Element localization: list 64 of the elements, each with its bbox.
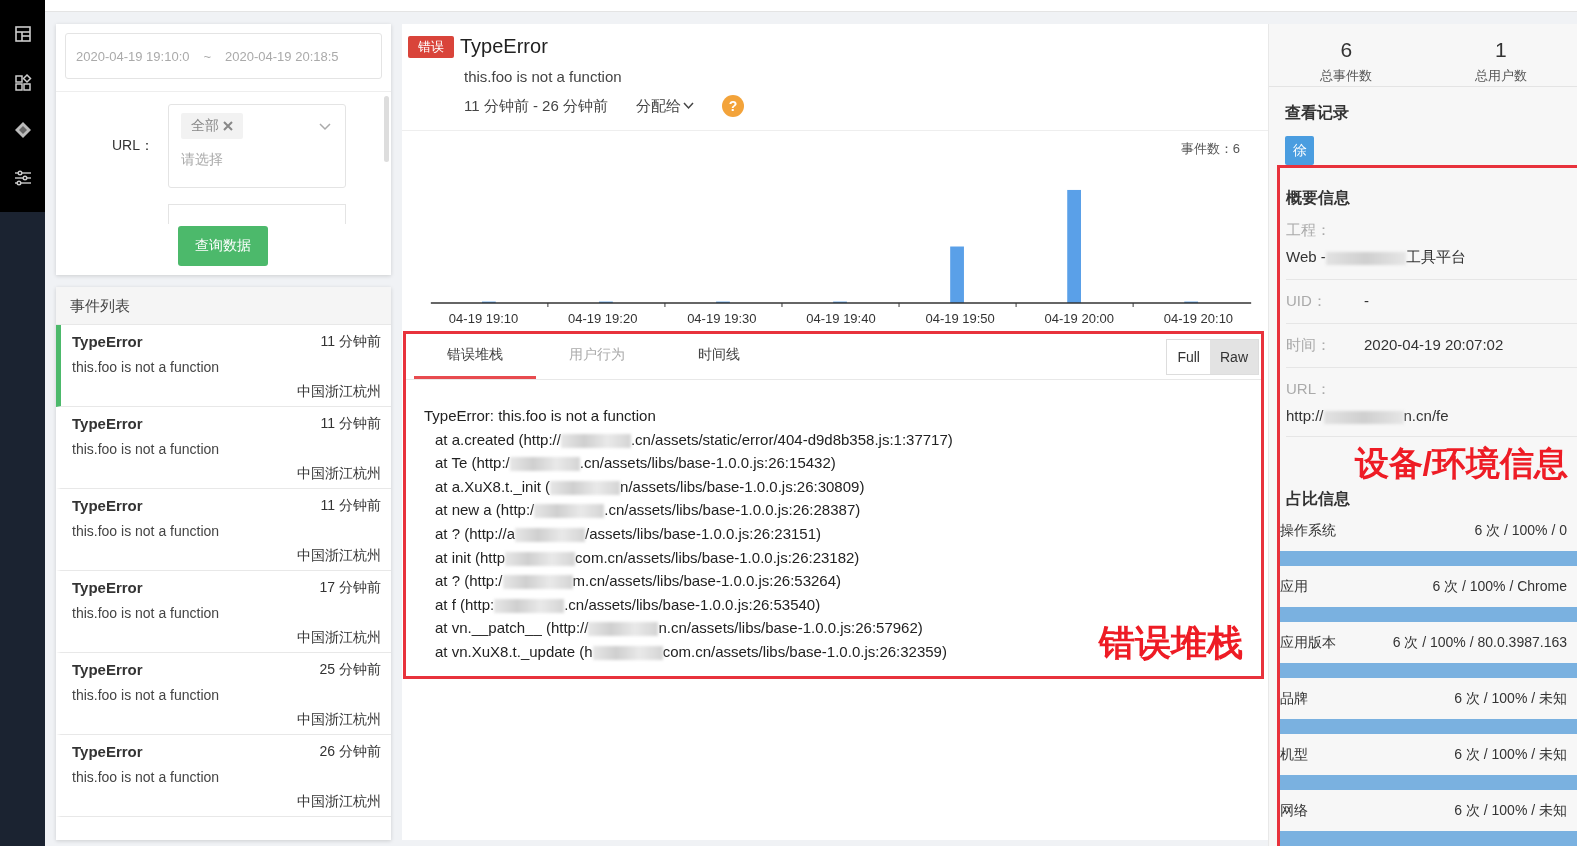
ratio-label: 网络 xyxy=(1280,802,1308,820)
event-item[interactable]: TypeError 26 分钟前 this.foo is not a function 中国浙江杭州 xyxy=(56,735,391,817)
field-label: URL： xyxy=(111,137,155,155)
tab[interactable]: 错误堆栈 xyxy=(414,334,536,379)
tab[interactable]: 时间线 xyxy=(658,334,780,379)
ratio-reading: 6 次 / 100% / 未知 xyxy=(1454,746,1567,764)
axis-label: 04-19 19:50 xyxy=(924,311,996,326)
select-field[interactable] xyxy=(168,204,346,224)
field-label: 时间： xyxy=(1286,336,1332,355)
ratio-reading: 6 次 / 100% / Chrome xyxy=(1432,578,1567,596)
section-title: 占比信息 xyxy=(1286,489,1351,509)
event-count: 事件数：6 xyxy=(1180,140,1240,158)
event-item[interactable]: TypeError 17 分钟前 this.foo is not a function 中国浙江杭州 xyxy=(56,571,391,653)
time-range: 11 分钟前 - 26 分钟前 xyxy=(464,96,608,116)
assign-dropdown[interactable]: 分配给 xyxy=(635,96,694,116)
issue-title: TypeError xyxy=(460,35,548,58)
stat-value: 6 xyxy=(1340,38,1353,62)
annotation-label: 设备/环境信息 xyxy=(1353,443,1569,484)
annotation-label: 错误堆栈 xyxy=(1099,620,1243,665)
field-label: 工程： xyxy=(1286,221,1332,240)
ratio-label: 品牌 xyxy=(1280,690,1308,708)
ratio-label: 应用 xyxy=(1280,578,1308,596)
error-badge: 错误 xyxy=(408,35,454,58)
axis-label: 04-19 19:30 xyxy=(686,311,758,326)
select-placeholder: 请选择 xyxy=(181,151,224,169)
ratio-reading: 6 次 / 100% / 未知 xyxy=(1454,802,1567,820)
axis-label: 04-19 19:20 xyxy=(567,311,639,326)
ratio-label: 应用版本 xyxy=(1280,634,1336,652)
stat-label: 总事件数 xyxy=(1320,67,1373,85)
axis-label: 04-19 20:10 xyxy=(1162,311,1235,326)
stat-label: 总用户数 xyxy=(1474,67,1527,85)
field-value: - xyxy=(1364,292,1369,311)
chevron-down-icon xyxy=(682,102,694,110)
stat-value: 1 xyxy=(1494,38,1507,62)
close-icon[interactable] xyxy=(223,121,233,131)
field-label: URL： xyxy=(1286,380,1332,399)
dashboard-icon[interactable] xyxy=(12,24,33,44)
ratio-label: 操作系统 xyxy=(1280,522,1336,540)
scrollbar[interactable] xyxy=(384,96,389,162)
ratio-label: 机型 xyxy=(1280,746,1308,764)
axis-label: 04-19 20:00 xyxy=(1043,311,1115,326)
toggle-button[interactable]: Raw xyxy=(1210,339,1258,374)
toggle-button[interactable]: Full xyxy=(1167,339,1210,374)
ratio-reading: 6 次 / 100% / 0 xyxy=(1474,522,1567,540)
field-value: http:// n.cn/fe xyxy=(1286,407,1450,424)
event-item[interactable]: TypeError 11 分钟前 this.foo is not a function 中国浙江杭州 xyxy=(56,407,391,489)
field-label: UID： xyxy=(1286,292,1328,311)
section-title: 概要信息 xyxy=(1286,188,1351,208)
axis-label: 04-19 19:10 xyxy=(447,311,520,326)
settings-sliders-icon[interactable] xyxy=(12,168,33,188)
field-value: Web - 工具平台 xyxy=(1286,248,1467,267)
field-value: 2020-04-19 20:07:02 xyxy=(1364,336,1504,355)
grid-icon[interactable] xyxy=(12,72,33,92)
ratio-reading: 6 次 / 100% / 未知 xyxy=(1454,690,1567,708)
event-item[interactable]: TypeError 25 分钟前 this.foo is not a function 中国浙江杭州 xyxy=(56,653,391,735)
panel-title: 事件列表 xyxy=(56,287,391,325)
chart-bar xyxy=(950,246,964,304)
axis-label: 04-19 19:40 xyxy=(805,311,877,326)
ratio-reading: 6 次 / 100% / 80.0.3987.163 xyxy=(1392,634,1567,652)
event-item[interactable]: TypeError 11 分钟前 this.foo is not a function 中国浙江杭州 xyxy=(56,489,391,571)
chevron-down-icon xyxy=(319,123,331,131)
event-item[interactable]: TypeError 11 分钟前 this.foo is not a function 中国浙江杭州 xyxy=(56,325,391,407)
issue-message: this.foo is not a function xyxy=(464,68,623,85)
section-title: 查看记录 xyxy=(1285,103,1350,123)
